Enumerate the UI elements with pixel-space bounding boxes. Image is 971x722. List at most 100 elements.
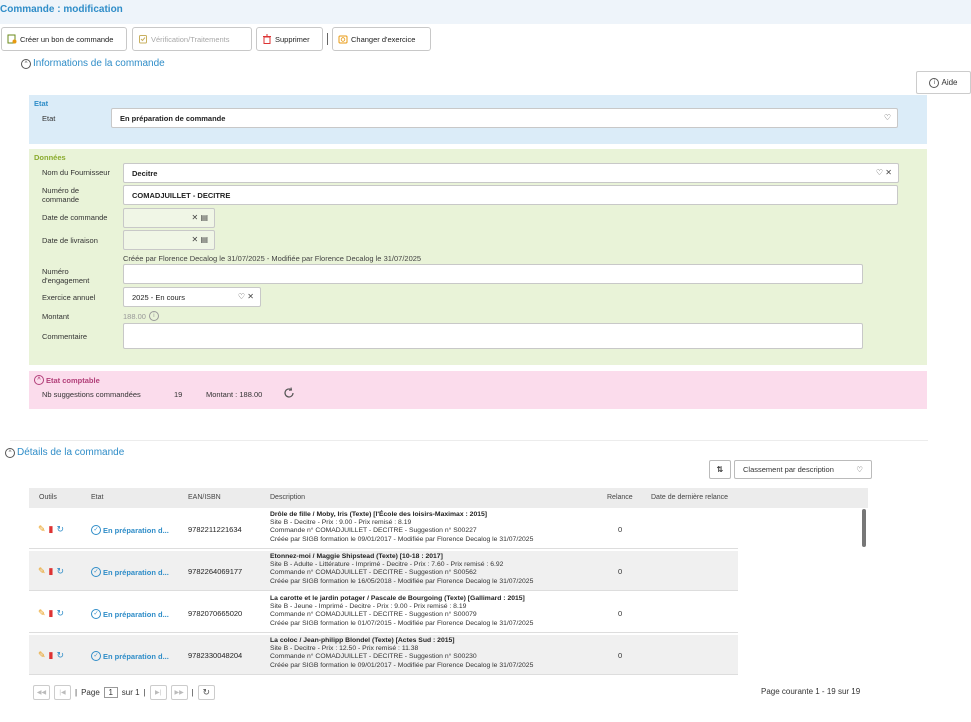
- relance-cell: 0: [618, 651, 623, 660]
- supplier-select[interactable]: Decitre ♡ ✕: [123, 163, 899, 183]
- description-cell: La coloc / Jean-philipp Blondel (Texte) …: [270, 637, 533, 670]
- comment-textarea[interactable]: [123, 323, 863, 349]
- page-header: [0, 0, 971, 24]
- sort-value: Classement par description: [743, 465, 834, 474]
- help-button[interactable]: i Aide: [916, 71, 971, 94]
- table-row[interactable]: ✎ ▮ ↻ ✓ En préparation d... 9782330048204…: [29, 635, 738, 675]
- help-label: Aide: [941, 78, 958, 87]
- details-section-toggle[interactable]: ^ Détails de la commande: [5, 447, 124, 458]
- supplier-actions[interactable]: ♡ ✕: [876, 168, 892, 177]
- edit-icon[interactable]: ✎: [38, 650, 46, 661]
- compta-toggle[interactable]: ^ Etat comptable: [34, 375, 100, 385]
- refresh-icon[interactable]: ↻: [57, 524, 65, 535]
- table-row[interactable]: ✎ ▮ ↻ ✓ En préparation d... 9782264069177…: [29, 551, 738, 591]
- calendar-icon: [338, 34, 348, 44]
- col-description[interactable]: Description: [270, 494, 305, 501]
- edit-icon[interactable]: ✎: [38, 566, 46, 577]
- refresh-icon[interactable]: ↻: [57, 608, 65, 619]
- delete-button[interactable]: Supprimer: [256, 27, 323, 51]
- compta-panel: ^ Etat comptable Nb suggestions commandé…: [29, 371, 927, 409]
- refresh-icon[interactable]: [283, 387, 295, 401]
- refresh-icon[interactable]: ↻: [57, 566, 65, 577]
- info-section-title: Informations de la commande: [33, 58, 165, 69]
- count-label: Nb suggestions commandées: [42, 390, 141, 399]
- edit-icon[interactable]: ✎: [38, 524, 46, 535]
- order-date-input[interactable]: ✕ ▤: [123, 208, 215, 228]
- order-number-input[interactable]: COMADJUILLET - DECITRE: [123, 185, 898, 205]
- edit-icon[interactable]: ✎: [38, 608, 46, 619]
- compta-title: Etat comptable: [46, 375, 100, 385]
- year-select[interactable]: 2025 - En cours ♡ ✕: [123, 287, 261, 307]
- order-icon: [7, 34, 17, 44]
- change-year-label: Changer d'exercice: [351, 34, 416, 44]
- etat-panel: Etat Etat En préparation de commande ♡: [29, 95, 927, 144]
- last-page-button[interactable]: ▶▶: [170, 684, 188, 700]
- description-cell: Drôle de fille / Moby, Iris (Texte) [l'É…: [270, 511, 533, 544]
- amount-display: 188.00 i: [123, 311, 159, 321]
- created-info: Créée par Florence Decalog le 31/07/2025…: [123, 254, 422, 263]
- col-ean[interactable]: EAN/ISBN: [188, 494, 221, 501]
- toolbar-separator: [327, 33, 328, 45]
- info-icon[interactable]: i: [148, 311, 159, 321]
- year-actions[interactable]: ♡ ✕: [238, 292, 254, 301]
- trash-icon[interactable]: ▮: [49, 608, 54, 619]
- prev-page-button[interactable]: |◀: [54, 684, 71, 700]
- page-title: Commande : modification: [0, 4, 123, 15]
- relance-cell: 0: [618, 525, 623, 534]
- dropdown-icon: ♡: [856, 465, 863, 474]
- row-tools: ✎ ▮ ↻: [38, 524, 64, 535]
- trash-icon[interactable]: ▮: [49, 524, 54, 535]
- table-row[interactable]: ✎ ▮ ↻ ✓ En préparation d... 9782211221634…: [29, 509, 738, 549]
- table-row[interactable]: ✎ ▮ ↻ ✓ En préparation d... 9782070665020…: [29, 593, 738, 633]
- verification-label: Vérification/Traitements: [151, 34, 230, 44]
- item-line4: Créée par SIGB formation le 09/01/2017 -…: [270, 535, 534, 543]
- item-line4: Créée par SIGB formation le 01/07/2015 -…: [270, 619, 534, 627]
- verification-button[interactable]: Vérification/Traitements: [132, 27, 252, 51]
- first-page-button[interactable]: ◀◀: [33, 684, 50, 700]
- check-icon: ✓: [91, 651, 101, 661]
- relance-cell: 0: [618, 609, 623, 618]
- col-last-relance[interactable]: Date de dernière relance: [651, 494, 728, 501]
- refresh-icon[interactable]: ↻: [57, 650, 65, 661]
- etat-select[interactable]: En préparation de commande ♡: [111, 108, 898, 128]
- table-scrollbar[interactable]: [862, 509, 866, 547]
- sort-order-button[interactable]: ⇅: [709, 460, 731, 479]
- item-title: Drôle de fille / Moby, Iris (Texte) [l'É…: [270, 511, 488, 518]
- delete-label: Supprimer: [275, 34, 310, 44]
- description-cell: La carotte et le jardin potager / Pascal…: [270, 595, 533, 628]
- ean-cell: 9782070665020: [188, 609, 243, 618]
- etat-label: Etat: [42, 114, 56, 123]
- status-text: En préparation d...: [103, 651, 169, 661]
- date-clear-calendar-icon[interactable]: ✕ ▤: [192, 213, 208, 222]
- relance-cell: 0: [618, 567, 623, 576]
- date-clear-calendar-icon[interactable]: ✕ ▤: [192, 235, 208, 244]
- check-icon: ✓: [91, 567, 101, 577]
- delivery-date-input[interactable]: ✕ ▤: [123, 230, 215, 250]
- collapse-icon: ^: [21, 58, 31, 69]
- order-number-label: Numéro de commande: [42, 186, 80, 204]
- reload-icon[interactable]: ↻: [197, 684, 215, 700]
- change-year-button[interactable]: Changer d'exercice: [332, 27, 431, 51]
- trash-icon[interactable]: ▮: [49, 566, 54, 577]
- status-text: En préparation d...: [103, 525, 169, 535]
- col-etat[interactable]: Etat: [91, 494, 103, 501]
- item-title: La coloc / Jean-philipp Blondel (Texte) …: [270, 637, 455, 644]
- pager-separator: |: [143, 687, 146, 697]
- item-line3: Commande n° COMADJUILLET - DECITRE - Sug…: [270, 527, 477, 535]
- item-line3: Commande n° COMADJUILLET - DECITRE - Sug…: [270, 569, 477, 577]
- col-relance[interactable]: Relance: [607, 494, 633, 501]
- etat-value: En préparation de commande: [120, 113, 226, 123]
- page-input[interactable]: 1: [103, 686, 118, 698]
- donnees-panel-title: Données: [34, 153, 66, 162]
- engagement-input[interactable]: [123, 264, 863, 284]
- status-badge: ✓ En préparation d...: [91, 525, 169, 535]
- delivery-date-label: Date de livraison: [42, 236, 98, 245]
- col-outils[interactable]: Outils: [39, 494, 57, 501]
- item-line4: Créée par SIGB formation le 09/01/2017 -…: [270, 661, 534, 669]
- status-badge: ✓ En préparation d...: [91, 651, 169, 661]
- next-page-button[interactable]: ▶|: [149, 684, 167, 700]
- create-order-button[interactable]: Créer un bon de commande: [1, 27, 127, 51]
- info-section-toggle[interactable]: ^ Informations de la commande: [21, 58, 165, 69]
- trash-icon[interactable]: ▮: [49, 650, 54, 661]
- sort-select[interactable]: Classement par description ♡: [734, 460, 872, 479]
